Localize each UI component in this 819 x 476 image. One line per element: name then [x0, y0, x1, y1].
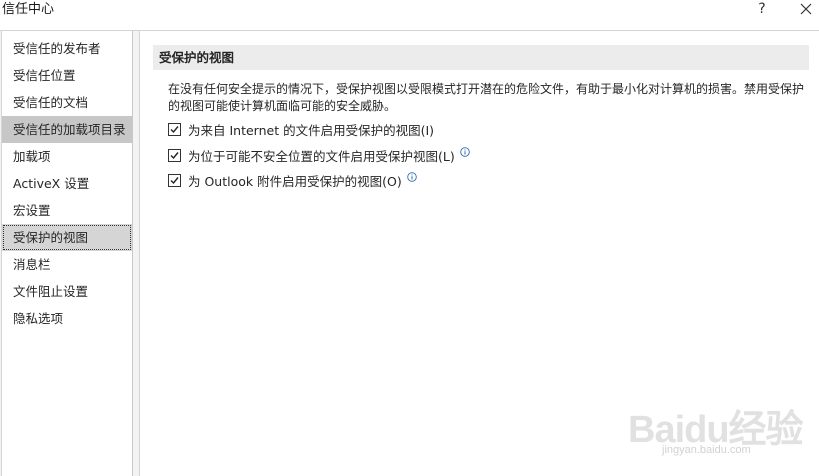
checkbox-internet-files[interactable] — [168, 122, 181, 136]
help-button[interactable]: ? — [750, 0, 774, 18]
sidebar-list: 受信任的发布者 受信任位置 受信任的文档 受信任的加载项目录 加载项 Activ… — [2, 35, 132, 332]
option-internet-files[interactable]: 为来自 Internet 的文件启用受保护的视图(I) — [168, 120, 434, 138]
option-unsafe-locations[interactable]: 为位于可能不安全位置的文件启用受保护视图(L) — [168, 146, 470, 164]
sidebar-item-message-bar[interactable]: 消息栏 — [2, 251, 132, 278]
sidebar-item-trusted-locations[interactable]: 受信任位置 — [2, 62, 132, 89]
checkmark-icon — [170, 151, 179, 159]
sidebar-item-protected-view[interactable]: 受保护的视图 — [2, 224, 132, 251]
sidebar-item-addins[interactable]: 加载项 — [2, 143, 132, 170]
option-outlook-attachments[interactable]: 为 Outlook 附件启用受保护的视图(O) — [168, 171, 417, 189]
option-label: 为 Outlook 附件启用受保护的视图(O) — [188, 173, 402, 189]
sidebar-item-privacy-options[interactable]: 隐私选项 — [2, 305, 132, 332]
close-icon — [800, 3, 812, 15]
checkbox-outlook-attachments[interactable] — [168, 173, 181, 187]
sidebar-item-trusted-addin-catalogs[interactable]: 受信任的加载项目录 — [2, 116, 132, 143]
close-button[interactable] — [794, 0, 818, 18]
info-icon[interactable] — [459, 147, 470, 157]
checkmark-icon — [170, 176, 179, 184]
option-label: 为来自 Internet 的文件启用受保护的视图(I) — [188, 122, 435, 138]
sidebar: 受信任的发布者 受信任位置 受信任的文档 受信任的加载项目录 加载项 Activ… — [1, 31, 133, 476]
sidebar-item-file-block-settings[interactable]: 文件阻止设置 — [2, 278, 132, 305]
checkmark-icon — [170, 125, 179, 133]
section-description: 在没有任何安全提示的情况下，受保护视图以受限模式打开潜在的危险文件，有助于最小化… — [168, 82, 805, 113]
window-title: 信任中心 — [2, 2, 55, 17]
checkbox-unsafe-locations[interactable] — [168, 148, 181, 162]
trust-center-dialog: 信任中心 ? 受信任的发布者 受信任位置 受信任的文档 受信任的加载项目录 加载… — [0, 0, 819, 476]
sidebar-item-trusted-publishers[interactable]: 受信任的发布者 — [2, 35, 132, 62]
sidebar-item-macro-settings[interactable]: 宏设置 — [2, 197, 132, 224]
title-bar: 信任中心 ? — [0, 0, 819, 22]
sidebar-item-trusted-documents[interactable]: 受信任的文档 — [2, 89, 132, 116]
option-label: 为位于可能不安全位置的文件启用受保护视图(L) — [188, 148, 455, 164]
main-panel: 受保护的视图 在没有任何安全提示的情况下，受保护视图以受限模式打开潜在的危险文件… — [139, 31, 819, 476]
sidebar-item-activex-settings[interactable]: ActiveX 设置 — [2, 170, 132, 197]
section-title: 受保护的视图 — [153, 45, 809, 70]
info-icon[interactable] — [406, 172, 417, 182]
